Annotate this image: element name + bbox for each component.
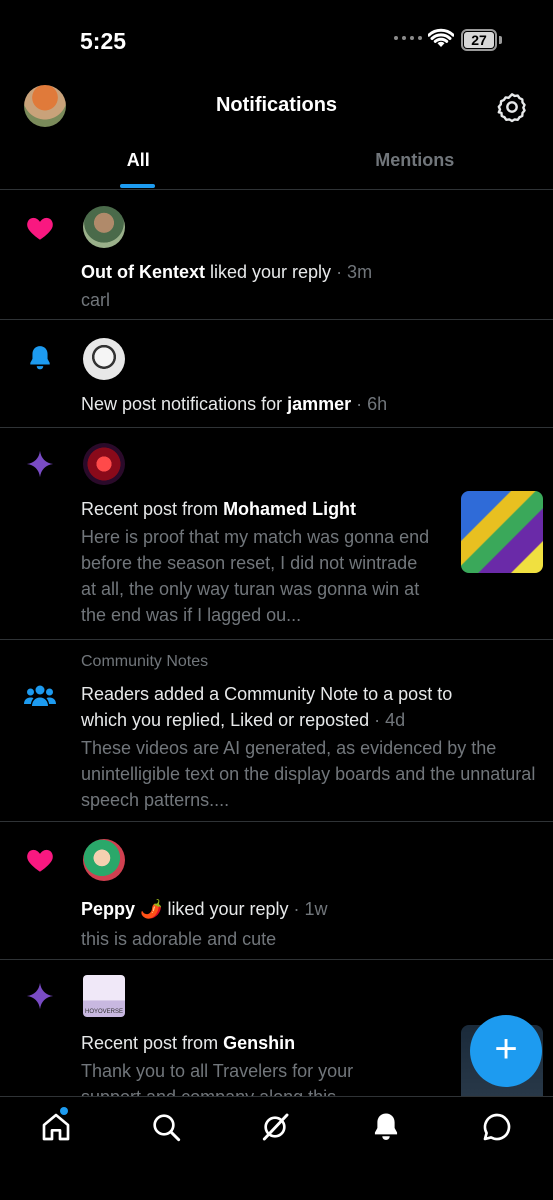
notification-preview: These videos are AI generated, as eviden…	[81, 738, 536, 810]
heart-icon	[24, 212, 56, 244]
sparkle-icon	[24, 980, 56, 1012]
settings-gear-icon[interactable]	[496, 91, 528, 123]
active-tab-indicator	[120, 184, 155, 188]
bell-icon	[24, 342, 56, 374]
messages-icon[interactable]	[481, 1111, 513, 1143]
cellular-signal-icon	[394, 36, 422, 40]
unread-indicator	[60, 1107, 68, 1115]
notification-preview: this is adorable and cute	[81, 929, 277, 949]
user-avatar[interactable]	[83, 338, 125, 380]
community-people-icon	[24, 680, 56, 712]
battery-icon: 27	[461, 29, 497, 51]
search-icon[interactable]	[150, 1111, 182, 1143]
timestamp: · 4d	[369, 710, 406, 730]
header: Notifications All Mentions	[0, 80, 553, 190]
notification-text: Out of Kentext liked your reply · 3m	[81, 262, 373, 282]
notification-preview: Thank you to all Travelers for your supp…	[81, 1061, 354, 1096]
tab-mentions[interactable]: Mentions	[277, 135, 553, 190]
actor-name[interactable]: Mohamed Light	[223, 499, 356, 519]
notification-category: Community Notes	[81, 653, 209, 670]
user-avatar[interactable]	[83, 443, 125, 485]
notification-text: Recent post from Genshin	[81, 1033, 296, 1053]
notification-item[interactable]: HOYOVERSE Recent post from Genshin Thank…	[0, 960, 553, 1096]
battery-level: 27	[464, 32, 494, 48]
notification-text: New post notifications for jammer · 6h	[81, 394, 388, 414]
notifications-bell-icon[interactable]	[370, 1111, 402, 1143]
post-thumbnail[interactable]	[461, 491, 543, 573]
timestamp: · 3m	[331, 262, 373, 282]
compose-post-button[interactable]: +	[470, 1015, 542, 1087]
status-bar: 5:25 27	[0, 0, 553, 80]
actor-name[interactable]: Peppy 🌶️	[81, 899, 162, 919]
actor-name[interactable]: jammer	[287, 394, 351, 414]
user-avatar[interactable]: HOYOVERSE	[83, 975, 125, 1017]
notification-text: Recent post from Mohamed Light	[81, 499, 357, 519]
notification-item[interactable]: Recent post from Mohamed Light Here is p…	[0, 428, 553, 640]
grok-icon[interactable]	[259, 1111, 291, 1143]
notification-item[interactable]: New post notifications for jammer · 6h	[0, 320, 553, 428]
user-avatar[interactable]	[83, 206, 125, 248]
notification-preview: carl	[81, 290, 111, 310]
tab-all[interactable]: All	[0, 135, 277, 190]
notification-preview: Here is proof that my match was gonna en…	[81, 527, 430, 625]
user-avatar[interactable]	[83, 839, 125, 881]
notification-list: Out of Kentext liked your reply · 3m car…	[0, 190, 553, 1096]
timestamp: · 6h	[351, 394, 388, 414]
timestamp: · 1w	[288, 899, 328, 919]
avatar-caption: HOYOVERSE	[84, 1009, 123, 1015]
notification-text: Readers added a Community Note to a post…	[81, 684, 453, 730]
page-title: Notifications	[215, 94, 338, 116]
notification-item[interactable]: Community Notes Readers added a Communit…	[0, 640, 553, 822]
sparkle-icon	[24, 448, 56, 480]
status-time: 5:25	[80, 28, 127, 54]
tab-bar: All Mentions	[0, 135, 553, 190]
heart-icon	[24, 844, 56, 876]
notification-item[interactable]: Peppy 🌶️ liked your reply · 1w this is a…	[0, 822, 553, 960]
notification-text: Peppy 🌶️ liked your reply · 1w	[81, 899, 328, 919]
notification-item[interactable]: Out of Kentext liked your reply · 3m car…	[0, 190, 553, 320]
bottom-nav	[0, 1096, 553, 1200]
wifi-icon	[428, 28, 454, 47]
home-icon[interactable]	[40, 1111, 72, 1143]
actor-name[interactable]: Out of Kentext	[81, 262, 205, 282]
actor-name[interactable]: Genshin	[223, 1033, 295, 1053]
